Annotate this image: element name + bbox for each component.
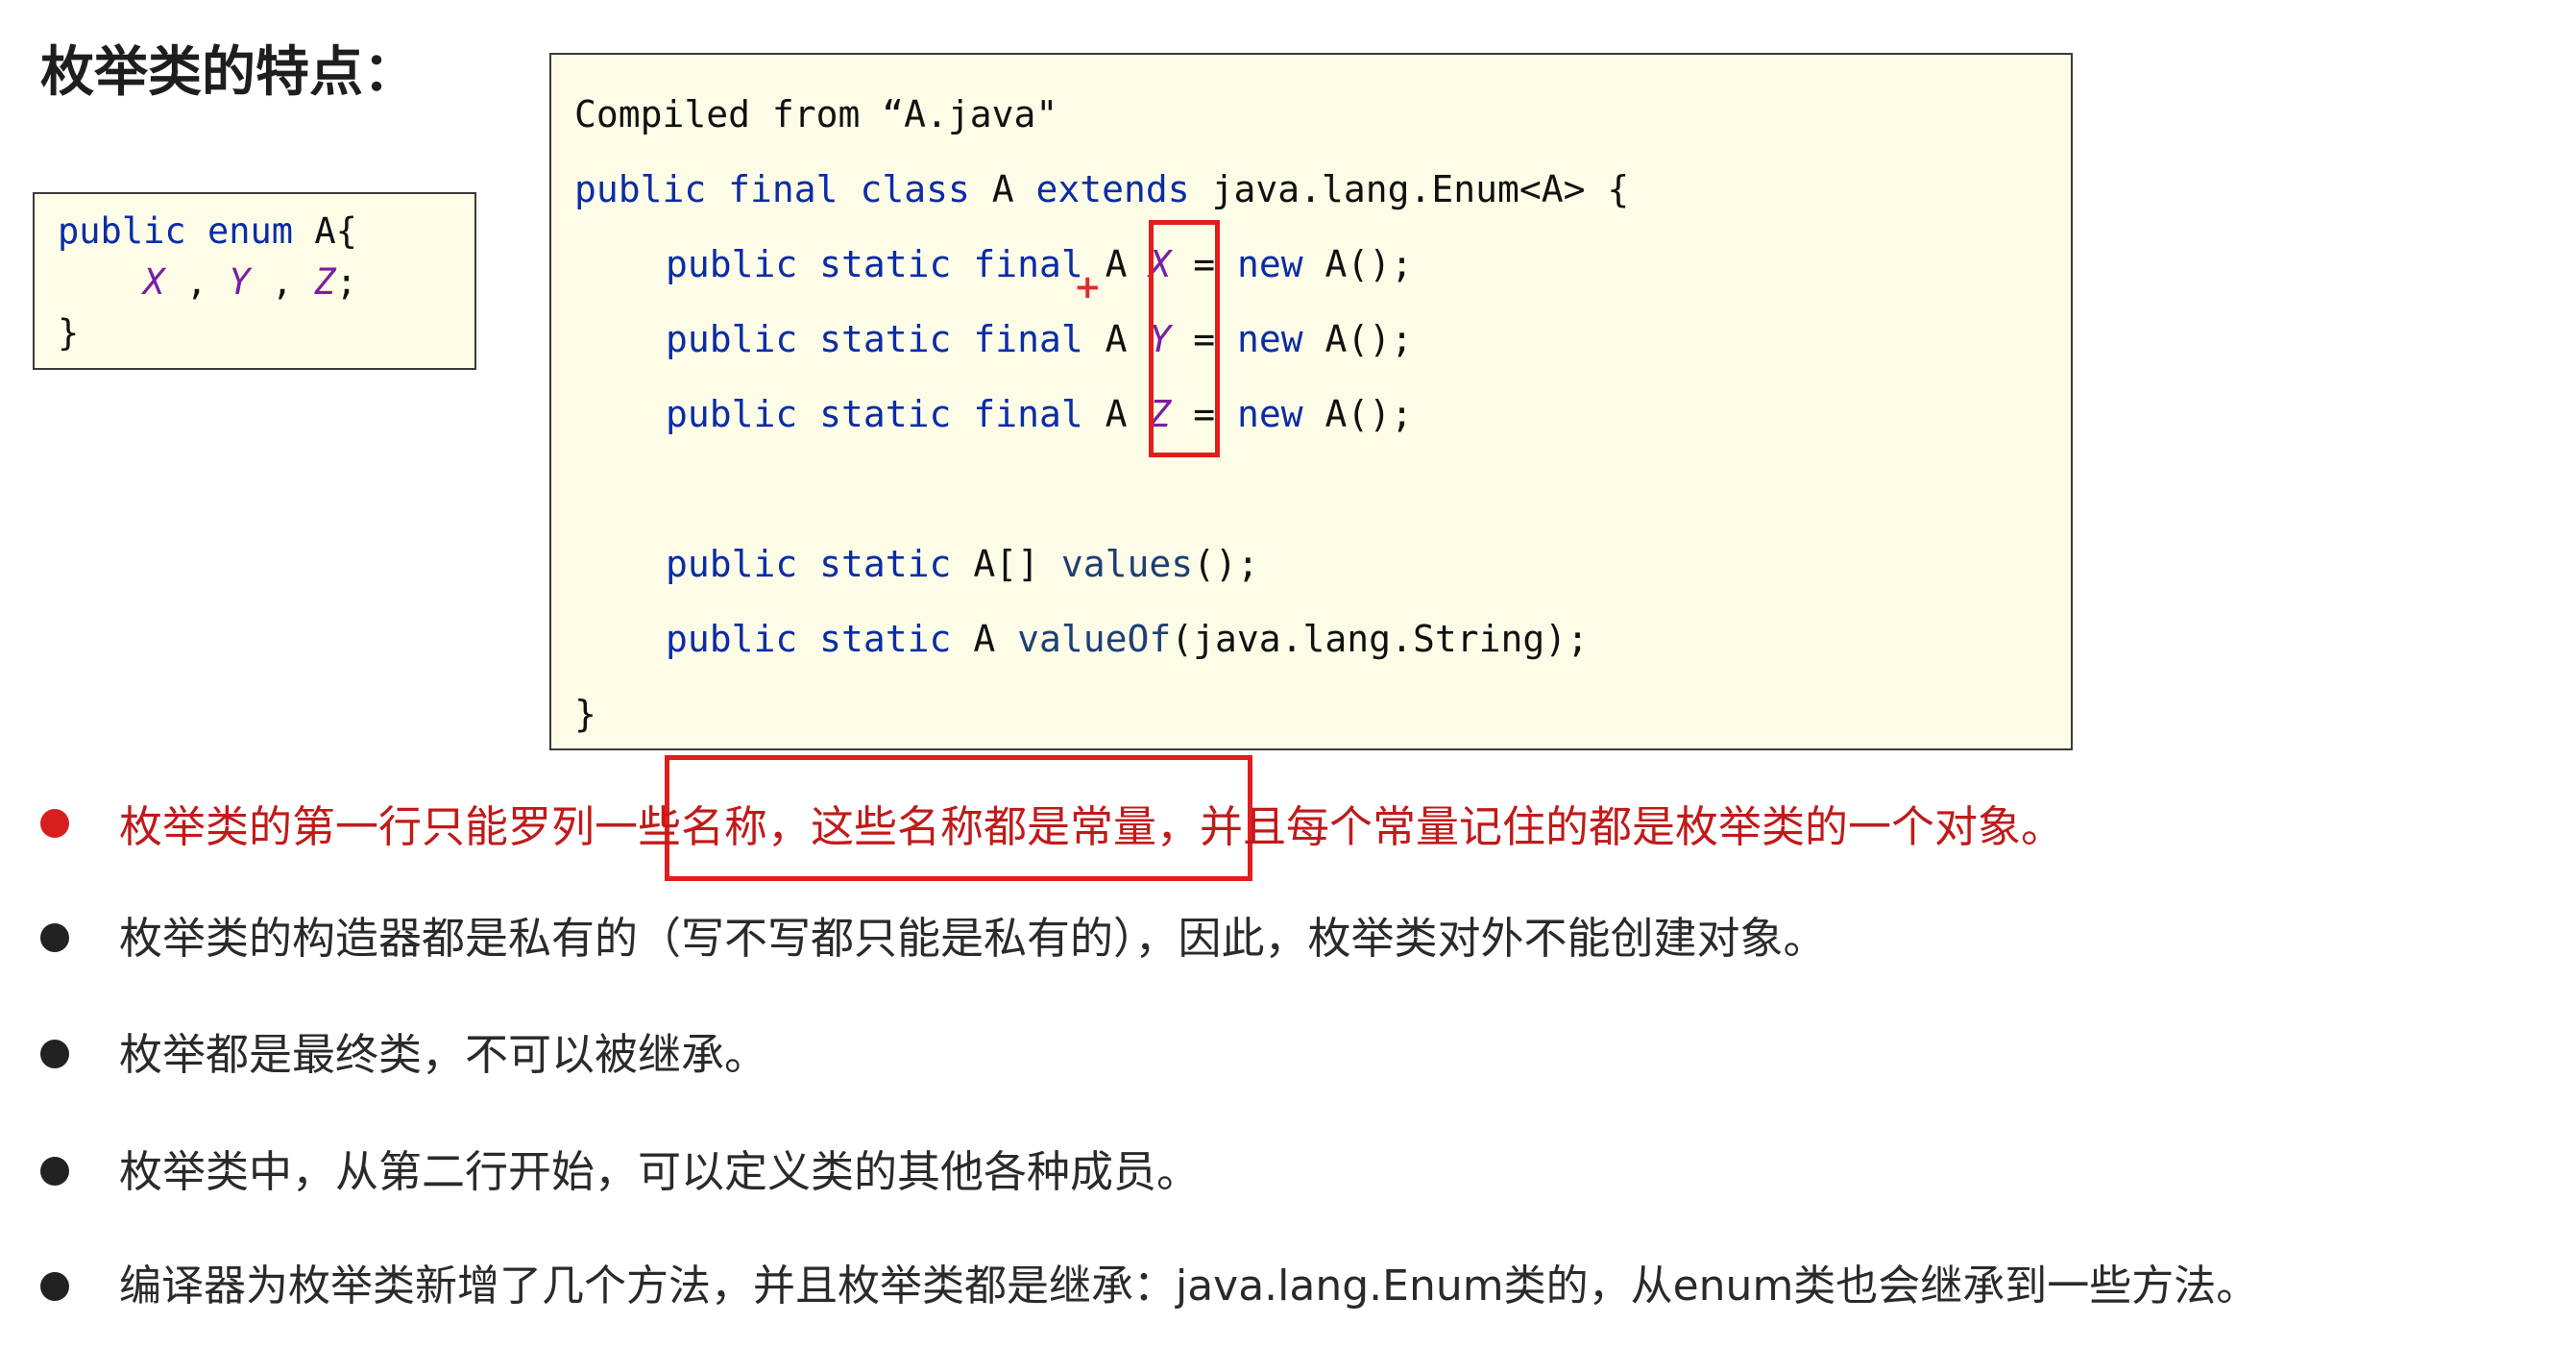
bullet-dot [40, 1157, 69, 1186]
class-close-brace: } [574, 693, 596, 735]
super-type: java.lang.Enum<A> { [1211, 168, 1630, 210]
keyword-new: new [1236, 393, 1303, 435]
enum-declaration-line: public enum A{ [58, 213, 357, 249]
enum-constants-line: X , Y , Z; [58, 264, 357, 300]
keyword-final: final [973, 243, 1083, 285]
separator: , [185, 261, 207, 303]
keyword-public: public [58, 210, 186, 252]
return-type: A[] [973, 543, 1039, 585]
page-title: 枚举类的特点： [40, 41, 417, 104]
compiled-from-line: Compiled from “A.java" [574, 93, 1058, 135]
class-name: A [991, 168, 1014, 210]
field-type: A [1105, 318, 1128, 360]
enum-source-code-box: public enum A{ X , Y , Z; } [33, 192, 476, 370]
cursor-marker: + [1074, 268, 1102, 306]
constructor-call: A(); [1324, 393, 1413, 435]
keyword-new: new [1236, 318, 1303, 360]
keyword-new: new [1236, 243, 1303, 285]
method-args: (); [1193, 543, 1259, 585]
keyword-public: public [666, 618, 798, 660]
separator: , [271, 261, 294, 303]
keyword-class: class [860, 168, 970, 210]
keyword-public: public [666, 243, 798, 285]
method-values: values [1060, 543, 1194, 585]
feature-text: 枚举类的第一行只能罗列一些名称，这些名称都是常量，并且每个常量记住的都是枚举类的… [119, 801, 2065, 852]
constructor-call: A(); [1324, 318, 1413, 360]
keyword-public: public [666, 318, 798, 360]
keyword-static: static [819, 243, 952, 285]
keyword-public: public [666, 393, 798, 435]
valueof-method-line: public static A valueOf(java.lang.String… [666, 621, 1589, 657]
statement-end: ; [335, 261, 357, 303]
keyword-static: static [819, 618, 952, 660]
field-y-line: public static final A Y = new A(); [666, 321, 1413, 357]
class-declaration-line: public final class A extends java.lang.E… [574, 171, 1629, 208]
keyword-public: public [574, 168, 707, 210]
feature-text: 枚举类中，从第二行开始，可以定义类的其他各种成员。 [119, 1146, 1201, 1197]
values-method-line: public static A[] values(); [666, 546, 1259, 582]
bullet-dot [40, 1040, 69, 1068]
enum-name: A{ [314, 210, 357, 252]
field-type: A [1105, 393, 1128, 435]
keyword-static: static [819, 543, 952, 585]
method-args: (java.lang.String); [1171, 618, 1589, 660]
enum-close-brace: } [58, 312, 80, 354]
keyword-final: final [973, 393, 1083, 435]
keyword-final: final [728, 168, 838, 210]
bullet-dot [40, 809, 69, 838]
feature-text: 编译器为枚举类新增了几个方法，并且枚举类都是继承：java.lang.Enum类… [119, 1262, 2259, 1311]
constructor-call: A(); [1324, 243, 1413, 285]
bullet-dot [40, 923, 69, 952]
constants-highlight-box [1149, 220, 1220, 457]
feature-text: 枚举类的构造器都是私有的（写不写都只能是私有的），因此，枚举类对外不能创建对象。 [119, 913, 1827, 964]
enum-constant-z: Z [314, 261, 336, 303]
keyword-public: public [666, 543, 798, 585]
decompiled-code-box: Compiled from “A.java" public final clas… [549, 53, 2073, 750]
enum-constant-y: Y [229, 261, 251, 303]
keyword-final: final [973, 318, 1083, 360]
method-valueof: valueOf [1017, 618, 1172, 660]
bullet-dot [40, 1272, 69, 1301]
keyword-extends: extends [1035, 168, 1190, 210]
return-type: A [973, 618, 996, 660]
feature-text: 枚举都是最终类，不可以被继承。 [119, 1029, 768, 1080]
field-type: A [1105, 243, 1128, 285]
keyword-static: static [819, 318, 952, 360]
enum-constant-x: X [143, 261, 165, 303]
field-z-line: public static final A Z = new A(); [666, 396, 1413, 432]
keyword-enum: enum [207, 210, 294, 252]
field-x-line: public static final A X = new A(); [666, 246, 1413, 282]
keyword-static: static [819, 393, 952, 435]
